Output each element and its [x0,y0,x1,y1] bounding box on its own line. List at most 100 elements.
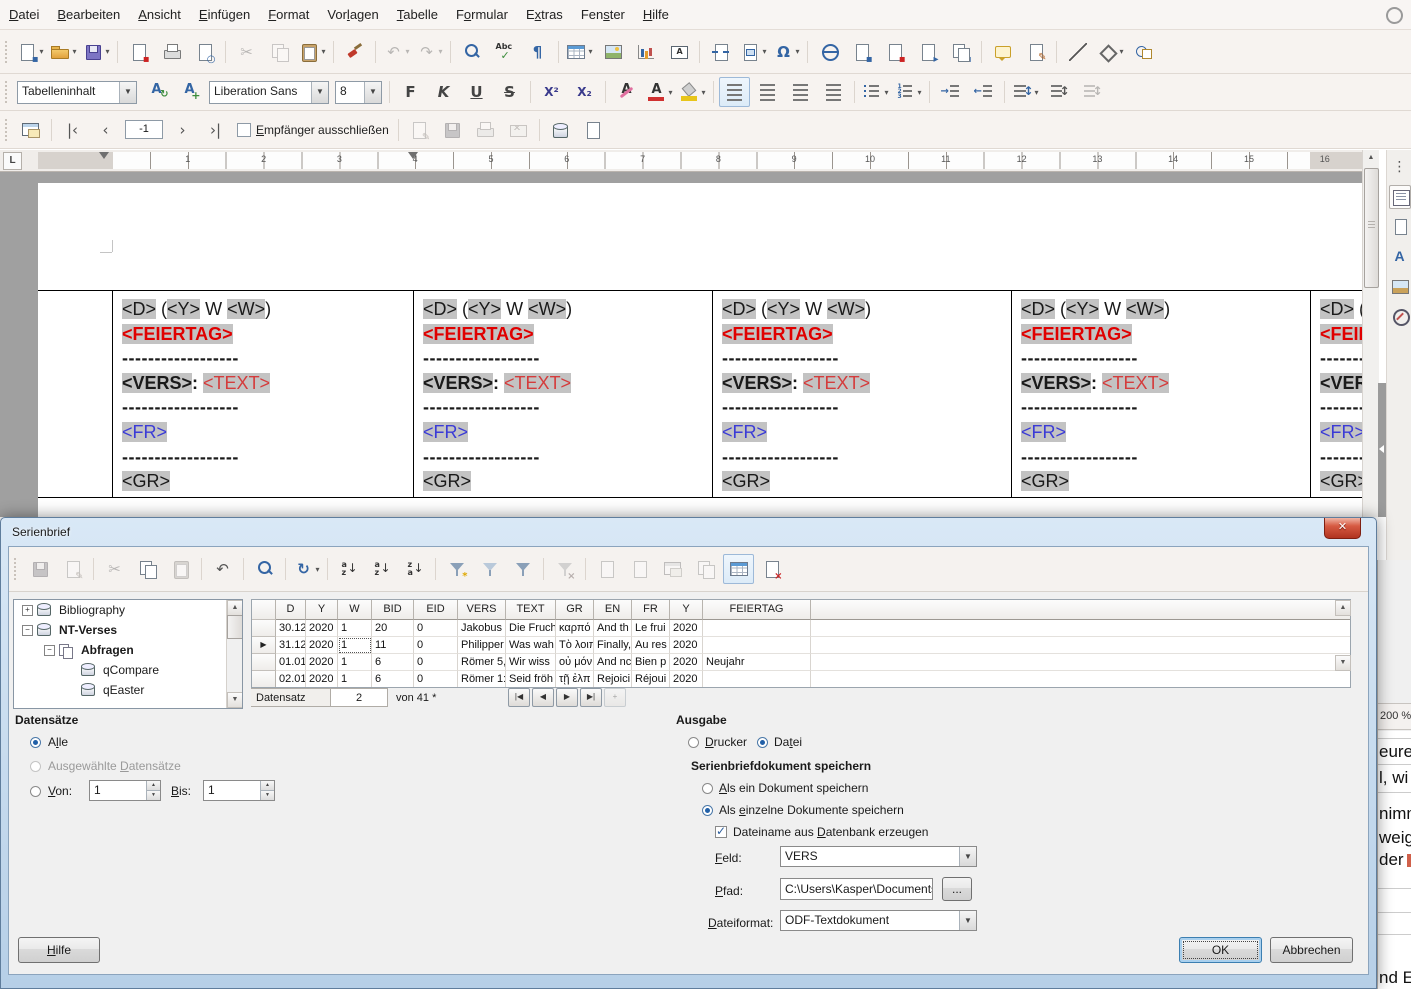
clone-formatting-button[interactable] [339,37,370,67]
table-cell[interactable]: Philipper [458,637,506,654]
table-row[interactable]: 02.012020160Römer 1:Seid fröhτῇ ἐλπRejoi… [252,671,1350,688]
find-record-button[interactable] [249,554,280,584]
collapse-icon[interactable]: − [44,645,55,656]
table-cell[interactable]: 1 [338,671,372,688]
table-cell[interactable]: <D> (<Y> W <W>)<FEIERTAG>---------------… [112,291,411,497]
tree-item-nt-verses[interactable]: −NT-Verses [14,620,242,640]
last-record-button[interactable]: ▶| [580,688,602,707]
document-page[interactable]: <D> (<Y> W <W>)<FEIERTAG>---------------… [38,183,1362,517]
draw-functions-button[interactable] [1128,37,1159,67]
tree-item-bibliography[interactable]: +Bibliography [14,600,242,620]
strikethrough-button[interactable]: S [494,77,525,107]
dialog-title-bar[interactable]: Serienbrief ✕ [1,518,1376,546]
undo-dropdown[interactable]: ▾ [405,47,409,56]
line-spacing-dropdown[interactable]: ▾ [1034,88,1038,97]
column-header-y[interactable]: Y [670,600,703,620]
update-style-button[interactable]: A [141,77,172,107]
insert-bookmark-button[interactable]: ▸ [912,37,943,67]
insert-field-dropdown[interactable]: ▾ [762,47,766,56]
decrease-indent-button[interactable] [968,77,999,107]
cancel-button[interactable]: Abbrechen [1270,937,1353,963]
printer-radio[interactable] [688,737,699,748]
table-cell[interactable]: And th [594,620,632,637]
find-replace-button[interactable] [456,37,487,67]
scrollbar-thumb[interactable] [1364,168,1379,288]
table-cell[interactable]: Au res [632,637,670,654]
table-cell[interactable]: 20 [372,620,414,637]
table-cell[interactable]: 2020 [306,620,338,637]
table-cell[interactable]: Wir wiss [506,654,556,671]
new-document-button[interactable]: ▪▾ [15,37,46,67]
table-cell[interactable]: 0 [414,637,458,654]
spinner-arrows[interactable]: ▲▼ [146,781,160,800]
table-cell[interactable]: 2020 [670,620,703,637]
table-cell[interactable]: 2020 [670,654,703,671]
menu-datei[interactable]: Datei [0,1,48,29]
menu-ansicht[interactable]: Ansicht [129,1,190,29]
field-combo[interactable]: VERS ▼ [780,846,977,867]
align-right-button[interactable] [785,77,816,107]
exclude-recipient-checkbox[interactable]: Empfänger ausschließen [237,123,389,137]
autofilter-button[interactable]: * [441,554,472,584]
tab-marker[interactable] [408,152,418,159]
column-header-eid[interactable]: EID [414,600,458,620]
font-name-combo[interactable]: Liberation Sans▼ [209,81,329,104]
bullet-list-dropdown[interactable]: ▾ [884,88,888,97]
toolbar-grip[interactable] [3,41,10,63]
table-cell[interactable]: Neujahr [703,654,811,671]
column-header-y[interactable]: Y [306,600,338,620]
table-cell[interactable]: καρπό [556,620,594,637]
paste-button[interactable]: ▾ [297,37,328,67]
row-selector[interactable] [252,671,276,688]
table-cell[interactable]: 30.12 [276,620,306,637]
file-radio[interactable] [757,737,768,748]
table-cell[interactable]: 2020 [306,654,338,671]
mail-merge-wizard-button[interactable] [15,115,46,145]
table-cell[interactable]: And nc [594,654,632,671]
data-source-tree[interactable]: +Bibliography−NT-Verses−AbfragenqCompare… [13,599,243,709]
sort-ascending-button[interactable] [366,554,397,584]
paragraph-style-combo[interactable]: Tabelleninhalt▼ [17,81,137,104]
table-cell[interactable]: Was wah [506,637,556,654]
scroll-down-arrow-icon[interactable]: ▼ [1335,655,1351,671]
menu-hilfe[interactable]: Hilfe [634,1,678,29]
menu-extras[interactable]: Extras [517,1,572,29]
save-button[interactable]: ▾ [81,37,112,67]
insert-table-button[interactable]: ▾ [564,37,595,67]
insert-textbox-button[interactable] [663,37,694,67]
highlight-color-button[interactable]: ▾ [677,77,708,107]
from-record-spinner[interactable]: 1 ▲▼ [89,780,161,801]
apply-filter-button[interactable] [474,554,505,584]
help-button[interactable]: Hilfe [18,937,100,963]
page-break-button[interactable] [705,37,736,67]
sidebar-hide-handle[interactable] [1378,383,1386,517]
table-cell[interactable]: 1 [338,620,372,637]
special-character-dropdown[interactable]: ▾ [795,47,799,56]
table-cell[interactable]: Jakobus [458,620,506,637]
tab-stop-selector[interactable]: L [3,152,22,170]
scroll-up-arrow-icon[interactable]: ▲ [1335,600,1351,616]
export-pdf-button[interactable]: ▪ [123,37,154,67]
exclude-recipient-checkbox-box[interactable] [237,123,251,137]
scroll-down-arrow-icon[interactable]: ▼ [227,692,243,708]
mm-record-number-input[interactable]: -1 [125,120,163,139]
table-cell[interactable]: Bien p [632,654,670,671]
sidebar-properties-icon[interactable] [1389,185,1411,209]
sort-button[interactable] [333,554,364,584]
file-format-combo[interactable]: ODF-Textdokument ▼ [780,910,977,931]
sidebar-menu-icon[interactable]: ⋮ [1389,155,1411,179]
table-cell[interactable]: 1 [338,637,372,654]
align-center-button[interactable] [752,77,783,107]
column-header-feiertag[interactable]: FEIERTAG [703,600,811,620]
menu-vorlagen[interactable]: Vorlagen [318,1,387,29]
table-cell[interactable]: <D> (<Y> W <W>)<FEIERTAG>---------------… [1011,291,1310,497]
sidebar-gallery-icon[interactable] [1389,275,1411,299]
numbered-list-button[interactable]: ▾ [893,77,924,107]
scrollbar-thumb[interactable] [227,615,243,639]
menu-format[interactable]: Format [259,1,318,29]
table-cell[interactable]: οὐ μόν [556,654,594,671]
close-icon[interactable]: ✕ [1324,518,1361,539]
table-cell[interactable]: Römer 1: [458,671,506,688]
first-record-button[interactable]: |◀ [508,688,530,707]
previous-record-button[interactable]: ◀ [532,688,554,707]
